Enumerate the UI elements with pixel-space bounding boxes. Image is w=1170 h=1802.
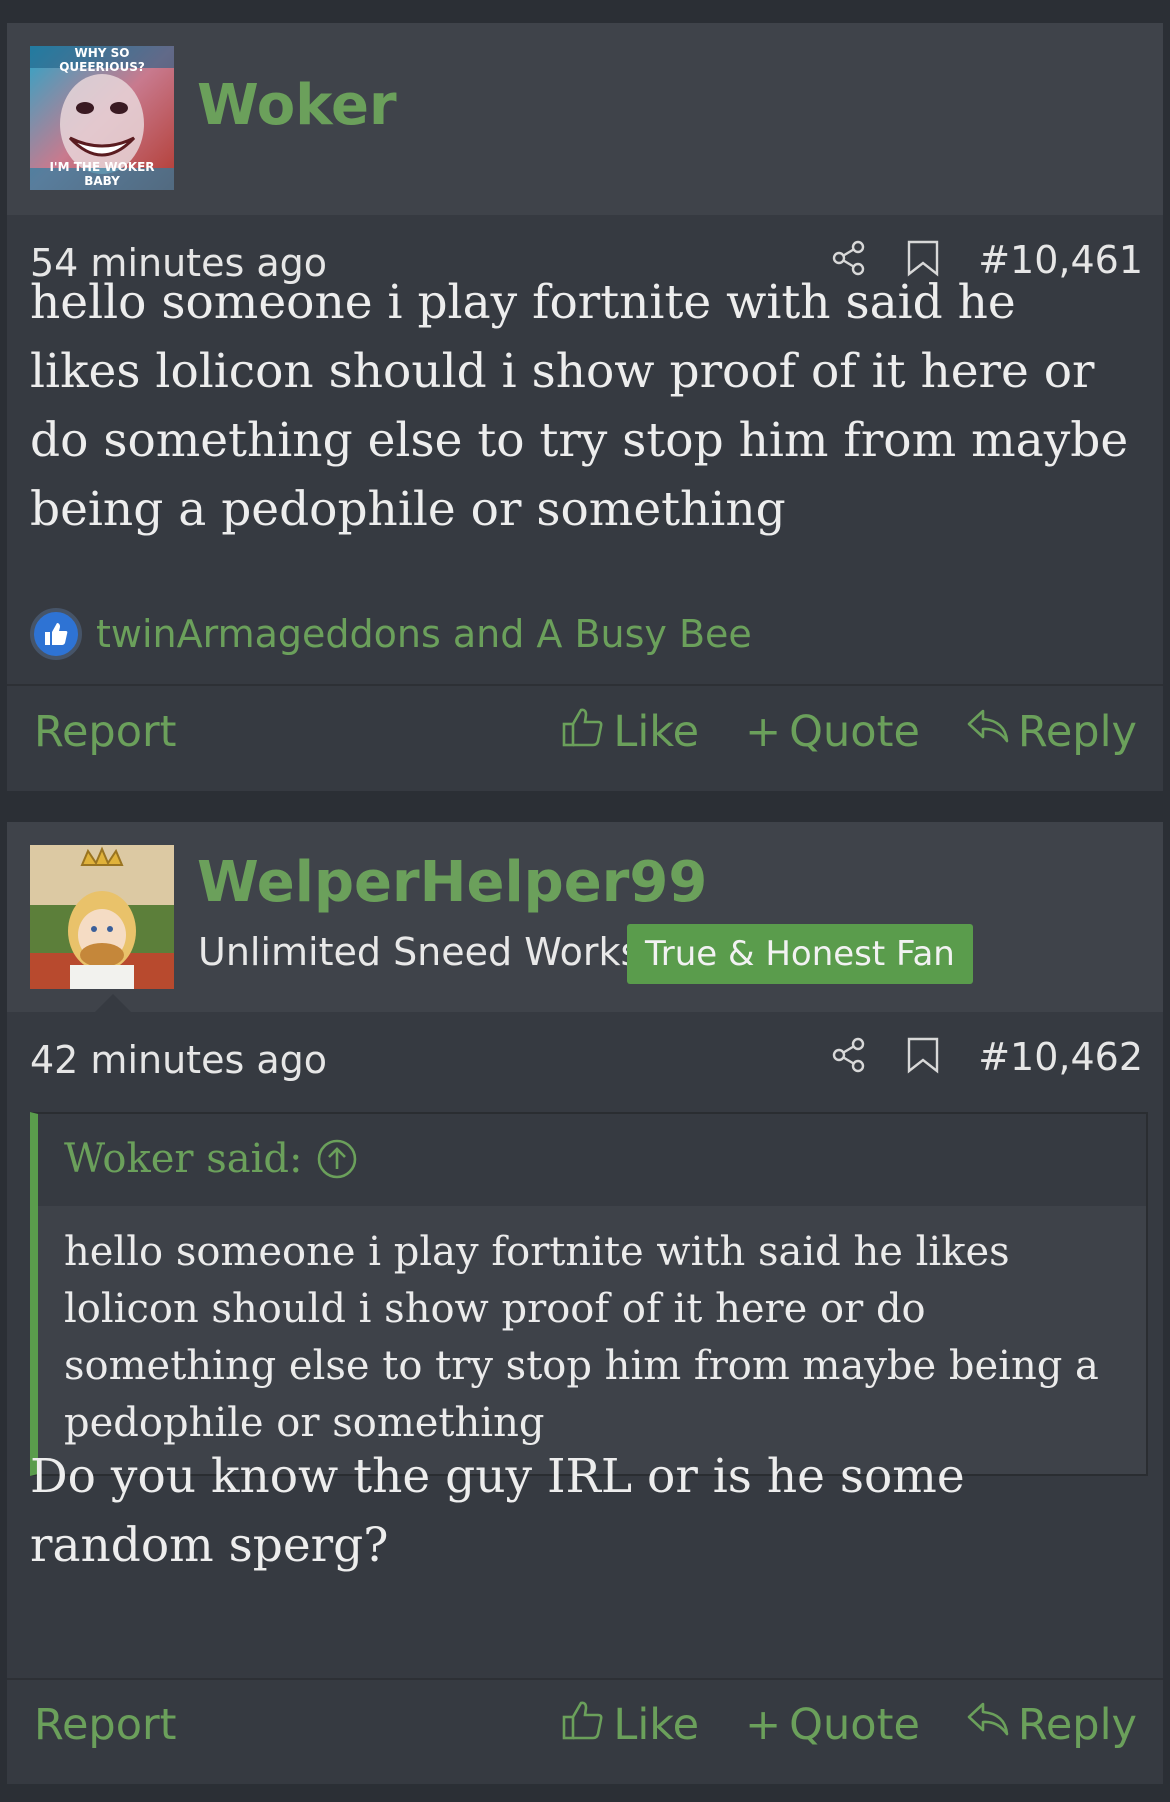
quote-author[interactable]: Woker said:	[64, 1136, 302, 1182]
post-footer: Report Like + Quote Reply	[7, 687, 1163, 777]
quote-label: Quote	[789, 707, 920, 757]
post-10462: WelperHelper99 Unlimited Sneed Works Tru…	[7, 822, 1163, 1784]
user-title: Unlimited Sneed Works	[198, 930, 641, 974]
post-header: WelperHelper99 Unlimited Sneed Works Tru…	[7, 822, 1163, 1012]
reply-button[interactable]: Reply	[966, 707, 1137, 758]
bookmark-icon[interactable]	[906, 1036, 940, 1079]
like-label: Like	[613, 1700, 700, 1750]
avatar[interactable]	[30, 845, 174, 989]
post-header: WHY SO QUEERIOUS? I'M THE WOKER BABY Wok…	[7, 23, 1163, 215]
like-label: Like	[613, 707, 700, 757]
avatar-caption-top: WHY SO QUEERIOUS?	[59, 46, 145, 74]
username-link[interactable]: Woker	[197, 73, 397, 138]
quote-header[interactable]: Woker said:	[38, 1114, 1146, 1206]
like-button[interactable]: Like	[561, 1698, 699, 1753]
reply-icon	[966, 707, 1010, 758]
post-message: Do you know the guy IRL or is he some ra…	[30, 1449, 965, 1573]
avatar[interactable]: WHY SO QUEERIOUS? I'M THE WOKER BABY	[30, 46, 174, 190]
reactions-bar[interactable]: twinArmageddons and A Busy Bee	[30, 608, 752, 660]
reply-label: Reply	[1017, 1700, 1137, 1750]
quote-button[interactable]: + Quote	[745, 707, 920, 757]
quote-text: hello someone i play fortnite with said …	[38, 1206, 1146, 1474]
post-10461: WHY SO QUEERIOUS? I'M THE WOKER BABY Wok…	[7, 23, 1163, 791]
post-timestamp[interactable]: 42 minutes ago	[30, 1038, 327, 1082]
post-footer: Report Like + Quote Reply	[7, 1680, 1163, 1770]
post-meta-actions: #10,462	[830, 1035, 1143, 1079]
like-button[interactable]: Like	[561, 705, 699, 760]
plus-icon: +	[745, 707, 782, 757]
user-banner: True & Honest Fan	[627, 924, 973, 984]
quote-button[interactable]: + Quote	[745, 1700, 920, 1750]
quote-label: Quote	[789, 1700, 920, 1750]
share-icon[interactable]	[830, 1036, 868, 1079]
reactions-list[interactable]: twinArmageddons and A Busy Bee	[96, 612, 752, 656]
report-button[interactable]: Report	[34, 1700, 177, 1750]
reply-icon	[966, 1700, 1010, 1751]
thumbs-up-icon	[561, 705, 605, 760]
like-reaction-icon	[30, 608, 82, 660]
post-message: hello someone i play fortnite with said …	[30, 275, 1129, 537]
plus-icon: +	[745, 1700, 782, 1750]
arrow-up-circle-icon[interactable]	[316, 1138, 358, 1190]
avatar-caption-bottom: I'M THE WOKER BABY	[49, 160, 155, 188]
post-number-link[interactable]: #10,462	[978, 1035, 1143, 1079]
footer-divider	[7, 684, 1163, 686]
report-button[interactable]: Report	[34, 707, 177, 757]
avatar-notch	[95, 994, 131, 1012]
quote-block: Woker said: hello someone i play fortnit…	[30, 1112, 1148, 1476]
thumbs-up-icon	[561, 1698, 605, 1753]
username-link[interactable]: WelperHelper99	[197, 850, 707, 915]
reply-label: Reply	[1017, 707, 1137, 757]
reply-button[interactable]: Reply	[966, 1700, 1137, 1751]
